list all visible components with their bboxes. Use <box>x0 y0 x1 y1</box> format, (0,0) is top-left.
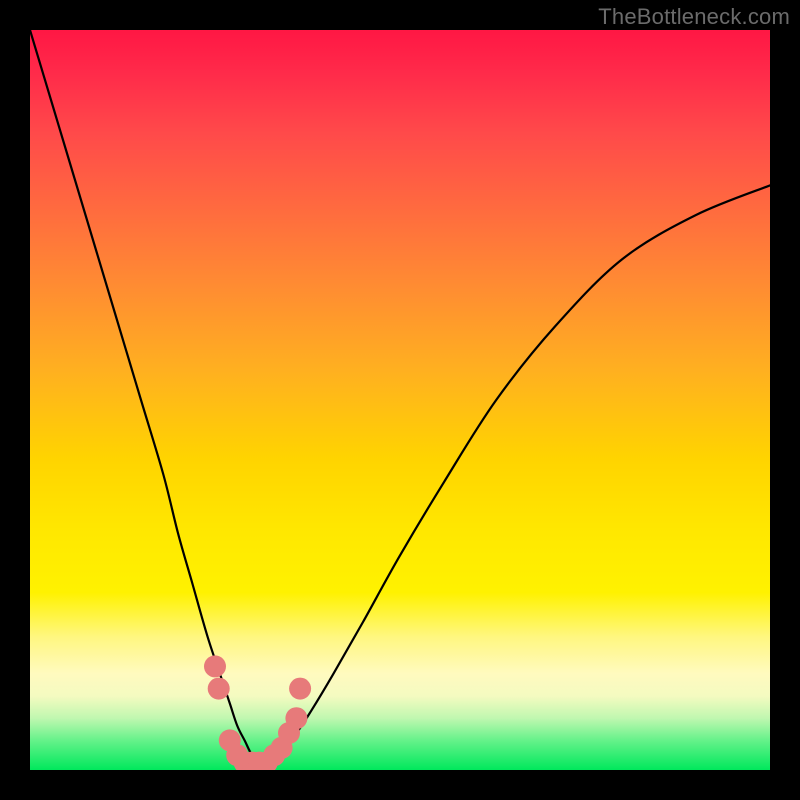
chart-frame: TheBottleneck.com <box>0 0 800 800</box>
highlight-dot <box>289 678 311 700</box>
highlight-dot <box>204 655 226 677</box>
highlight-dot <box>208 678 230 700</box>
watermark-text: TheBottleneck.com <box>598 4 790 30</box>
curve-layer <box>30 30 770 770</box>
highlight-dots <box>204 655 311 770</box>
plot-area <box>30 30 770 770</box>
bottleneck-curve <box>30 30 770 764</box>
highlight-dot <box>285 707 307 729</box>
